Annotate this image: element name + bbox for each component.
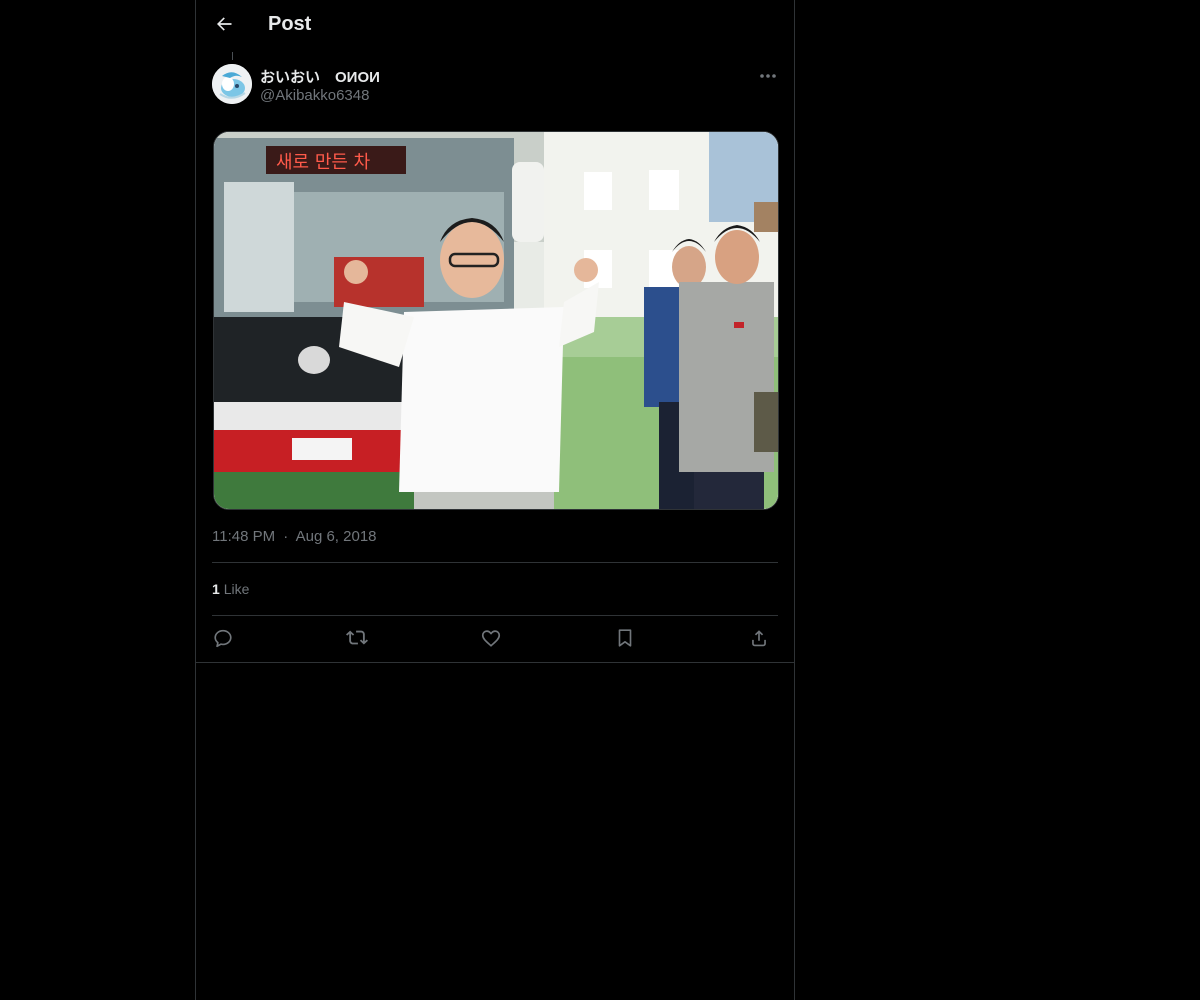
post-time[interactable]: 11:48 PM xyxy=(212,528,275,545)
likes-count: 1 xyxy=(212,581,220,597)
post-column: Post おいおい ОИОИ @Akibakko6348 새로 만든 차 11:… xyxy=(195,0,795,1000)
repost-button[interactable] xyxy=(341,624,373,656)
timestamp-separator: · xyxy=(283,528,289,545)
likes-count-link[interactable]: 1 Like xyxy=(212,581,249,597)
bookmark-button[interactable] xyxy=(609,624,641,656)
bus-destination-sign: 새로 만든 차 xyxy=(276,152,371,173)
back-button[interactable] xyxy=(208,10,240,42)
share-icon xyxy=(748,627,770,654)
top-bar: Post xyxy=(196,0,794,53)
thread-connector xyxy=(232,52,233,60)
share-button[interactable] xyxy=(743,624,775,656)
more-icon xyxy=(759,66,777,84)
arrow-left-icon xyxy=(214,14,234,39)
action-bar xyxy=(212,624,778,656)
divider xyxy=(212,562,778,563)
divider xyxy=(212,615,778,616)
author-handle[interactable]: @Akibakko6348 xyxy=(260,87,369,104)
like-button[interactable] xyxy=(475,624,507,656)
more-options-button[interactable] xyxy=(752,62,784,88)
post-date[interactable]: Aug 6, 2018 xyxy=(296,528,377,545)
bookmark-icon xyxy=(614,627,636,654)
reply-icon xyxy=(212,627,234,654)
post-image[interactable]: 새로 만든 차 xyxy=(213,131,779,510)
author-display-name[interactable]: おいおい ОИОИ xyxy=(260,66,380,87)
page-title: Post xyxy=(268,13,312,35)
likes-label: Like xyxy=(223,581,250,597)
like-icon xyxy=(480,627,502,654)
post-timestamp: 11:48 PM · Aug 6, 2018 xyxy=(212,528,377,545)
avatar[interactable] xyxy=(212,64,252,104)
repost-icon xyxy=(346,627,368,654)
divider xyxy=(196,662,794,663)
reply-button[interactable] xyxy=(207,624,239,656)
